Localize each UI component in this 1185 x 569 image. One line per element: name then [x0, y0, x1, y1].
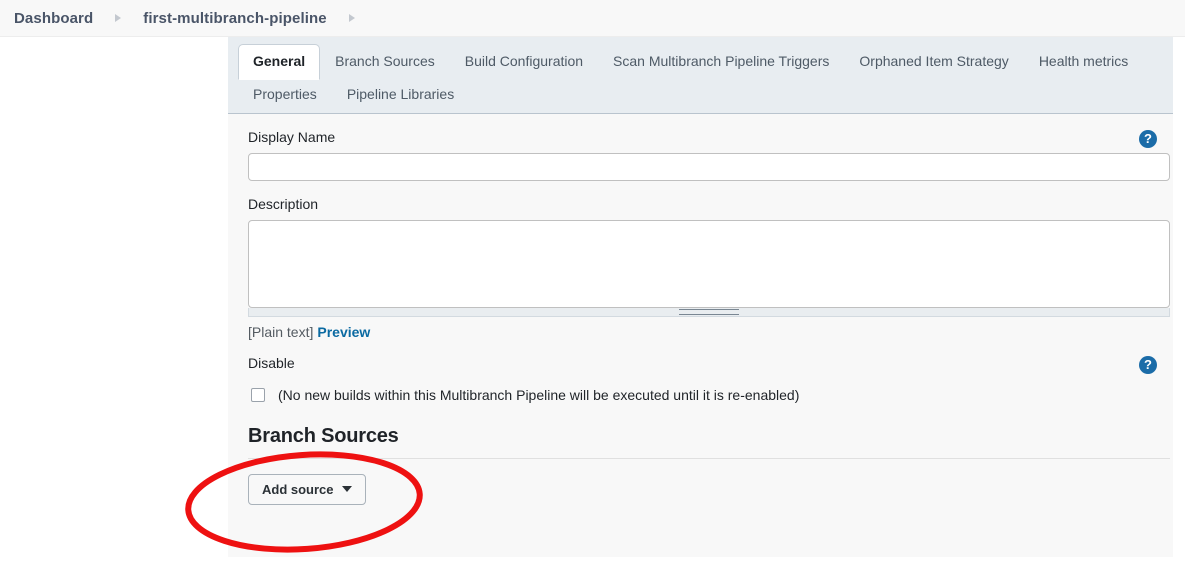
tab-general[interactable]: General — [238, 44, 321, 81]
caret-down-icon — [341, 486, 352, 493]
textarea-resize-handle[interactable] — [248, 307, 1170, 317]
grip-lines-icon — [679, 308, 739, 315]
tab-pipeline-libraries[interactable]: Pipeline Libraries — [332, 79, 469, 112]
display-name-label: Display Name — [248, 128, 336, 145]
description-markup-row: [Plain text] Preview — [248, 317, 1163, 340]
config-panel: General Branch Sources Build Configurati… — [228, 37, 1173, 569]
config-form: ? Display Name Description [Plain text] P… — [228, 113, 1173, 557]
disable-caption: (No new builds within this Multibranch P… — [278, 386, 800, 403]
field-disable: ? Disable (No new builds within this Mul… — [238, 340, 1163, 403]
tab-branch-sources[interactable]: Branch Sources — [320, 44, 450, 79]
add-source-button[interactable]: Add source — [248, 473, 366, 505]
tab-orphaned-item-strategy[interactable]: Orphaned Item Strategy — [844, 44, 1023, 79]
tab-scan-multibranch-pipeline-triggers[interactable]: Scan Multibranch Pipeline Triggers — [598, 44, 844, 79]
disable-checkbox[interactable] — [251, 387, 265, 402]
help-question-icon[interactable]: ? — [1139, 129, 1157, 148]
branch-sources-section: Branch Sources Add source — [238, 403, 1170, 505]
help-question-icon[interactable]: ? — [1139, 355, 1157, 374]
field-display-name: ? Display Name — [238, 114, 1170, 181]
tab-build-configuration[interactable]: Build Configuration — [450, 44, 598, 79]
description-preview-link[interactable]: Preview — [317, 324, 370, 340]
breadcrumb: Dashboard first-multibranch-pipeline — [0, 0, 1185, 37]
markup-type-label: [Plain text] — [248, 323, 314, 340]
tab-row-primary: General Branch Sources Build Configurati… — [238, 44, 1163, 81]
tab-health-metrics[interactable]: Health metrics — [1024, 44, 1143, 79]
breadcrumb-item-pipeline[interactable]: first-multibranch-pipeline — [143, 10, 326, 27]
caret-right-icon — [115, 14, 122, 22]
tab-row-secondary: Properties Pipeline Libraries — [238, 79, 1163, 112]
display-name-input[interactable] — [248, 152, 1170, 181]
field-description: Description [Plain text] Preview — [238, 181, 1170, 340]
disable-checkbox-row: (No new builds within this Multibranch P… — [248, 379, 1163, 403]
section-divider — [248, 457, 1170, 459]
caret-right-icon — [348, 14, 355, 22]
branch-sources-heading: Branch Sources — [248, 424, 399, 447]
description-textarea[interactable] — [248, 219, 1170, 308]
breadcrumb-item-dashboard[interactable]: Dashboard — [14, 10, 93, 27]
config-tab-bar: General Branch Sources Build Configurati… — [228, 37, 1173, 114]
tab-properties[interactable]: Properties — [238, 79, 332, 112]
add-source-label: Add source — [262, 481, 334, 497]
description-label: Description — [248, 195, 319, 212]
disable-label: Disable — [248, 354, 295, 371]
